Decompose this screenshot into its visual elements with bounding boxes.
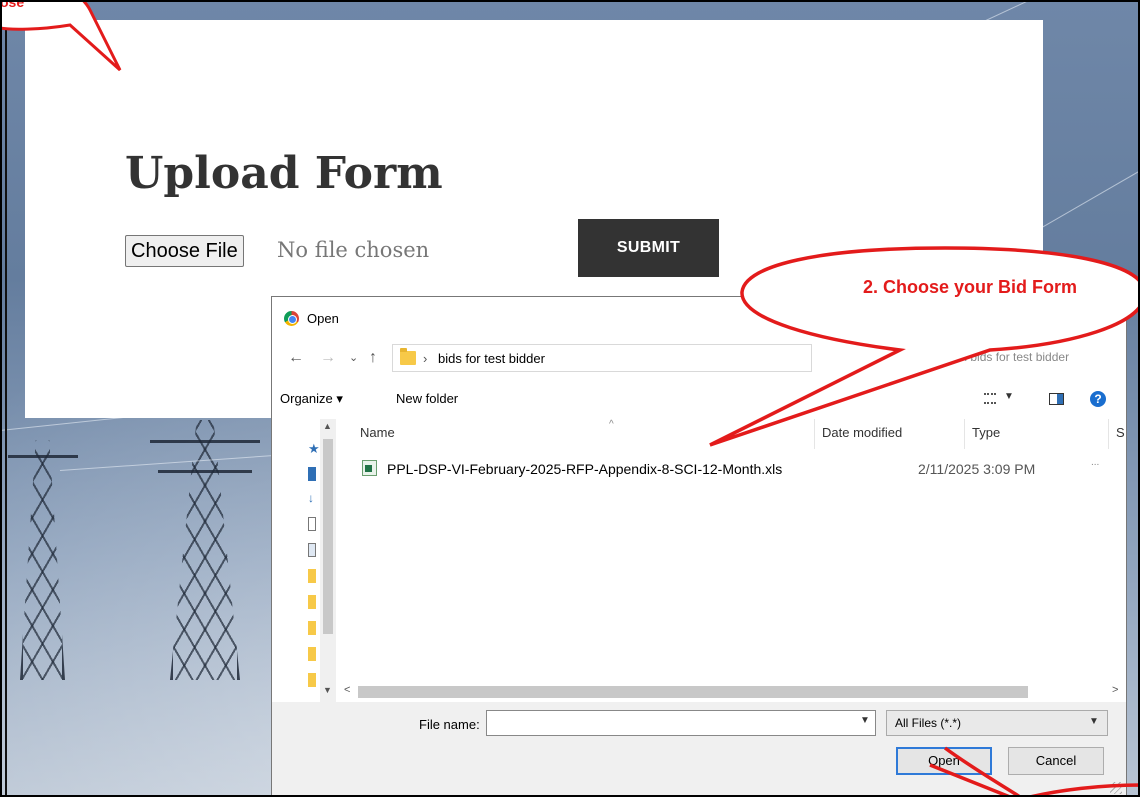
pictures-icon[interactable]: [308, 543, 316, 557]
scroll-left-icon[interactable]: <: [344, 684, 350, 696]
search-placeholder: Search bids for test bidder: [929, 350, 1070, 364]
preview-pane-icon[interactable]: [1049, 393, 1064, 405]
help-icon[interactable]: ?: [1090, 391, 1106, 407]
excel-file-icon: [362, 460, 377, 476]
folder-icon: [400, 348, 416, 365]
chrome-icon: [284, 311, 299, 326]
file-type-select[interactable]: All Files (*.*) ▼: [886, 710, 1108, 736]
open-file-dialog: Open ← → ⌄ ↑ › bids for test bidder Sear…: [271, 296, 1127, 797]
scroll-thumb[interactable]: [323, 439, 333, 634]
file-name-label: File name:: [419, 717, 480, 732]
tower-arm: [150, 440, 260, 443]
search-input[interactable]: Search bids for test bidder: [892, 344, 1092, 372]
dialog-titlebar: Open: [272, 297, 1126, 339]
column-type[interactable]: Type: [972, 425, 1000, 440]
pin-icon[interactable]: ★: [308, 441, 320, 456]
choose-file-button[interactable]: Choose File: [125, 235, 244, 267]
scroll-right-icon[interactable]: >: [1112, 684, 1118, 696]
desktop-icon[interactable]: [308, 467, 316, 481]
page-title: Upload Form: [125, 148, 443, 199]
chevron-down-icon: ▼: [1089, 716, 1099, 727]
dialog-footer: File name: ▼ All Files (*.*) ▼ Open Canc…: [272, 702, 1126, 797]
chevron-down-icon[interactable]: ▼: [860, 715, 870, 726]
scroll-down-icon[interactable]: ▼: [323, 685, 332, 695]
cancel-button[interactable]: Cancel: [1008, 747, 1104, 775]
submit-button[interactable]: SUBMIT: [578, 219, 719, 277]
column-date-modified[interactable]: Date modified: [822, 425, 902, 440]
folder-icon[interactable]: [308, 595, 316, 609]
up-folder-icon[interactable]: ↑: [369, 349, 377, 367]
dialog-toolbar: Organize ▾ New folder ▼ ?: [272, 383, 1126, 413]
divider: [814, 419, 815, 449]
dialog-title: Open: [307, 311, 339, 326]
column-name[interactable]: Name: [360, 425, 395, 440]
power-tower-left: [20, 440, 65, 680]
column-headers: ^ Name Date modified Type S: [336, 419, 1126, 449]
file-name[interactable]: PPL-DSP-VI-February-2025-RFP-Appendix-8-…: [387, 461, 782, 477]
file-type-truncated: ...: [1091, 457, 1100, 468]
chevron-down-icon[interactable]: ▼: [1004, 391, 1014, 402]
folder-icon[interactable]: [308, 569, 316, 583]
download-icon[interactable]: ↓: [308, 491, 316, 505]
navigation-pane[interactable]: ★ ↓ ▲ ▼: [272, 419, 336, 702]
vertical-scrollbar[interactable]: ▲ ▼: [320, 419, 336, 702]
forward-icon[interactable]: →: [320, 349, 336, 367]
back-icon[interactable]: ←: [288, 349, 304, 367]
file-date-modified: 2/11/2025 3:09 PM: [918, 461, 1036, 477]
recent-locations-icon[interactable]: ⌄: [349, 351, 358, 364]
horizontal-scrollbar[interactable]: < >: [336, 683, 1126, 701]
no-file-status: No file chosen: [277, 238, 430, 262]
open-button[interactable]: Open: [896, 747, 992, 775]
file-type-value: All Files (*.*): [895, 716, 962, 730]
scroll-thumb[interactable]: [358, 686, 1028, 698]
dialog-navbar: ← → ⌄ ↑ › bids for test bidder Search bi…: [272, 341, 1126, 377]
breadcrumb[interactable]: bids for test bidder: [438, 351, 545, 366]
address-bar[interactable]: › bids for test bidder: [392, 344, 812, 372]
column-size[interactable]: S: [1116, 425, 1125, 440]
callout-step1-text: ose: [0, 0, 25, 10]
list-item[interactable]: PPL-DSP-VI-February-2025-RFP-Appendix-8-…: [336, 455, 1126, 483]
resize-grip-icon[interactable]: [1110, 782, 1122, 794]
chevron-right-icon: ›: [423, 351, 428, 366]
view-options-icon[interactable]: [984, 393, 996, 404]
file-name-input[interactable]: [486, 710, 876, 736]
divider: [964, 419, 965, 449]
document-icon[interactable]: [308, 517, 316, 531]
tower-arm: [8, 455, 78, 458]
folder-icon[interactable]: [308, 647, 316, 661]
scroll-up-icon[interactable]: ▲: [323, 421, 332, 431]
organize-button[interactable]: Organize ▾: [280, 391, 343, 407]
tower-arm: [158, 470, 252, 473]
folder-icon[interactable]: [308, 621, 316, 635]
sort-ascending-icon: ^: [609, 419, 614, 430]
new-folder-button[interactable]: New folder: [396, 391, 458, 406]
callout-step2-text: 2. Choose your Bid Form: [862, 277, 1078, 297]
divider: [5, 0, 7, 797]
search-icon: [912, 353, 921, 362]
divider: [1108, 419, 1109, 449]
folder-icon[interactable]: [308, 673, 316, 687]
